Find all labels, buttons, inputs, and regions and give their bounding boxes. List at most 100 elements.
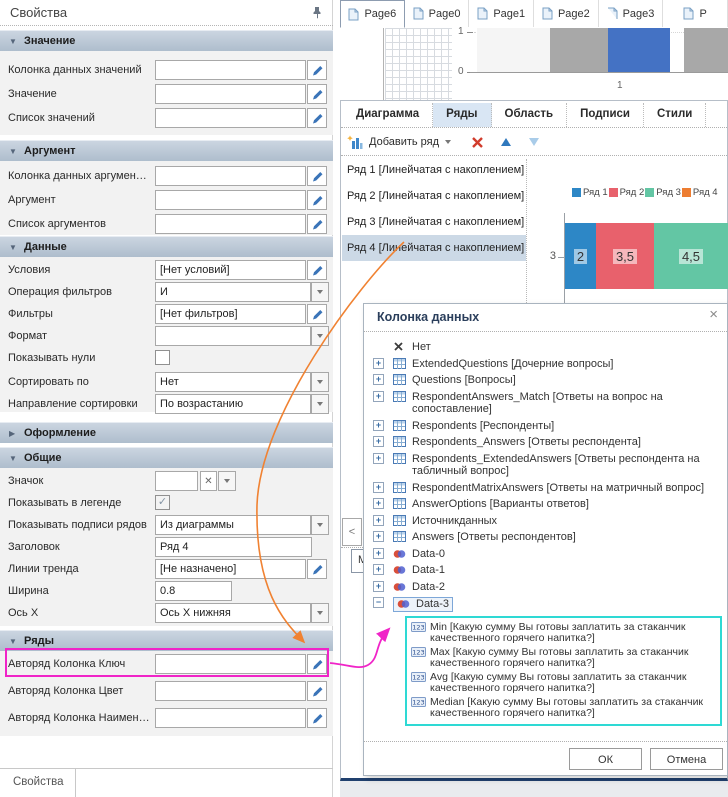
title-input[interactable]: Ряд 4 <box>155 537 312 557</box>
dropdown-button[interactable] <box>311 603 329 623</box>
bar-segment-series2[interactable]: 3,5 <box>596 223 654 289</box>
edit-pencil-button[interactable] <box>307 166 327 186</box>
series-list-item[interactable]: Ряд 3 [Линейчатая с накоплением] <box>342 209 526 235</box>
cancel-button[interactable]: Отмена <box>650 748 723 770</box>
property-value-field[interactable] <box>155 681 306 701</box>
tree-item-data1[interactable]: + Data-1 <box>372 564 724 577</box>
property-value-field[interactable]: Из диаграммы <box>155 515 311 535</box>
collapse-panel-button[interactable]: < <box>342 518 362 546</box>
tab-styles[interactable]: Стили <box>644 103 706 127</box>
chart-bar-gray[interactable] <box>684 28 728 72</box>
section-header-value[interactable]: ▼ Значение <box>0 30 333 51</box>
dropdown-button[interactable] <box>311 282 329 302</box>
tree-item[interactable]: + ExtendedQuestions [Дочерние вопросы] <box>372 358 724 371</box>
expand-plus-icon[interactable]: + <box>373 548 384 559</box>
tab-page6[interactable]: Page6 <box>340 0 405 28</box>
collapse-minus-icon[interactable]: − <box>373 597 384 608</box>
dropdown-button[interactable] <box>311 394 329 414</box>
chart-bar-gray[interactable] <box>550 28 608 72</box>
property-value-field[interactable] <box>155 108 306 128</box>
move-up-icon[interactable] <box>500 137 512 147</box>
edit-pencil-button[interactable] <box>307 559 327 579</box>
tree-item[interactable]: + Respondents_Answers [Ответы респондент… <box>372 436 724 449</box>
dropdown-button[interactable] <box>218 471 236 491</box>
edit-pencil-button[interactable] <box>307 60 327 80</box>
properties-bottom-tab[interactable]: Свойства <box>0 769 76 797</box>
width-input[interactable]: 0.8 <box>155 581 232 601</box>
expand-plus-icon[interactable]: + <box>373 436 384 447</box>
tree-item-data2[interactable]: + Data-2 <box>372 581 724 594</box>
expand-plus-icon[interactable]: + <box>373 453 384 464</box>
edit-pencil-button[interactable] <box>307 708 327 728</box>
tree-item-data0[interactable]: + Data-0 <box>372 548 724 561</box>
close-icon[interactable]: × <box>709 307 718 322</box>
chevron-down-icon[interactable] <box>445 140 451 144</box>
chart-bar-empty[interactable] <box>477 28 550 72</box>
property-value-field[interactable] <box>155 214 306 234</box>
tree-item[interactable]: + Respondents [Респонденты] <box>372 420 724 433</box>
tab-labels[interactable]: Подписи <box>567 103 644 127</box>
section-header-argument[interactable]: ▼ Аргумент <box>0 140 333 161</box>
ok-button[interactable]: ОК <box>569 748 642 770</box>
tree-item-none[interactable]: Нет <box>372 341 724 354</box>
expand-plus-icon[interactable]: + <box>373 515 384 526</box>
expand-plus-icon[interactable]: + <box>373 531 384 542</box>
tree-item[interactable]: + AnswerOptions [Варианты ответов] <box>372 498 724 511</box>
expand-plus-icon[interactable]: + <box>373 498 384 509</box>
edit-pencil-button[interactable] <box>307 260 327 280</box>
tree-item[interactable]: + Answers [Ответы респондентов] <box>372 531 724 544</box>
expand-plus-icon[interactable]: + <box>373 358 384 369</box>
section-header-general[interactable]: ▼ Общие <box>0 447 333 468</box>
tab-page4-partial[interactable]: P <box>663 0 728 27</box>
bar-segment-series1[interactable]: 2 <box>565 223 596 289</box>
property-value-field[interactable] <box>155 166 306 186</box>
tab-area[interactable]: Область <box>492 103 568 127</box>
icon-value-field[interactable] <box>155 471 198 491</box>
show-in-legend-checkbox[interactable]: ✓ <box>155 495 170 510</box>
tree-item-column-min[interactable]: 123 Min [Какую сумму Вы готовы заплатить… <box>411 622 716 645</box>
tree-item-column-avg[interactable]: 123 Avg [Какую сумму Вы готовы заплатить… <box>411 672 716 695</box>
property-value-field[interactable]: [Не назначено] <box>155 559 306 579</box>
tree-item-column-median[interactable]: 123 Median [Какую сумму Вы готовы заплат… <box>411 697 716 720</box>
expand-plus-icon[interactable]: + <box>373 391 384 402</box>
add-series-button[interactable]: Добавить ряд <box>369 136 439 148</box>
pin-icon[interactable] <box>311 6 323 22</box>
tree-item[interactable]: + RespondentMatrixAnswers [Ответы на мат… <box>372 482 724 495</box>
expand-plus-icon[interactable]: + <box>373 420 384 431</box>
series-list-item-selected[interactable]: Ряд 4 [Линейчатая с накоплением] <box>342 235 526 261</box>
clear-icon-button[interactable]: ✕ <box>200 471 217 491</box>
property-value-field[interactable]: Нет <box>155 372 311 392</box>
tree-item[interactable]: + Respondents_ExtendedAnswers [Ответы ре… <box>372 453 724 478</box>
tree-item[interactable]: + Questions [Вопросы] <box>372 374 724 387</box>
property-value-field[interactable]: И <box>155 282 311 302</box>
dropdown-button[interactable] <box>311 326 329 346</box>
dropdown-button[interactable] <box>311 515 329 535</box>
edit-pencil-button[interactable] <box>307 108 327 128</box>
tab-diagram[interactable]: Диаграмма <box>343 103 433 127</box>
expand-plus-icon[interactable]: + <box>373 564 384 575</box>
series-list-item[interactable]: Ряд 2 [Линейчатая с накоплением] <box>342 183 526 209</box>
property-value-field[interactable]: Ось X нижняя <box>155 603 311 623</box>
property-value-field[interactable]: [Нет условий] <box>155 260 306 280</box>
dropdown-button[interactable] <box>311 372 329 392</box>
tree-item-column-max[interactable]: 123 Max [Какую сумму Вы готовы заплатить… <box>411 647 716 670</box>
tab-series[interactable]: Ряды <box>433 103 491 127</box>
property-value-field[interactable] <box>155 190 306 210</box>
tree-item[interactable]: + Источникданных <box>372 515 724 528</box>
chart-bar-blue[interactable] <box>608 28 670 72</box>
show-zeros-checkbox[interactable] <box>155 350 170 365</box>
property-value-field[interactable]: [Нет фильтров] <box>155 304 306 324</box>
tree-item-data3-selected[interactable]: − Data-3 <box>372 597 724 612</box>
property-value-field[interactable] <box>155 60 306 80</box>
delete-series-icon[interactable] <box>471 136 484 149</box>
edit-pencil-button[interactable] <box>307 214 327 234</box>
bar-segment-series3[interactable]: 4,5 <box>654 223 728 289</box>
property-value-field[interactable] <box>155 708 306 728</box>
property-value-field[interactable] <box>155 326 311 346</box>
tab-page0[interactable]: Page0 <box>405 0 470 27</box>
expand-plus-icon[interactable]: + <box>373 374 384 385</box>
expand-plus-icon[interactable]: + <box>373 581 384 592</box>
tab-page2[interactable]: Page2 <box>534 0 599 27</box>
edit-pencil-button[interactable] <box>307 681 327 701</box>
property-value-field[interactable] <box>155 84 306 104</box>
